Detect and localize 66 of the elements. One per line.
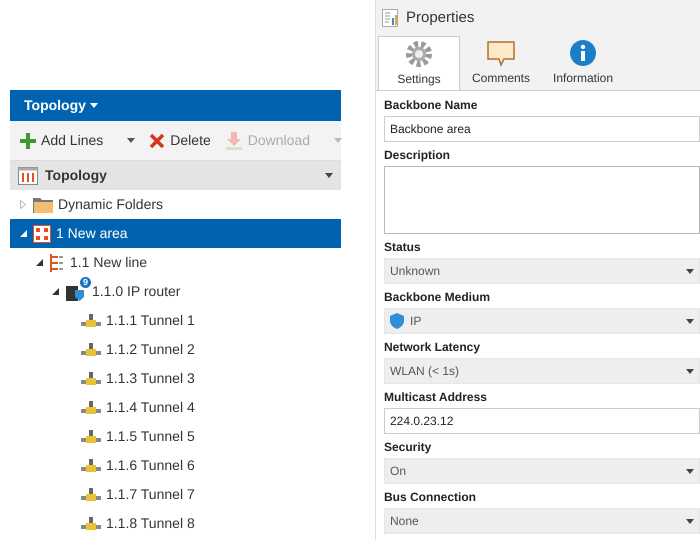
tree-item[interactable]: 1.1.4 Tunnel 4 [10,393,341,422]
caret-icon [90,103,98,108]
tree-item[interactable]: 1.1.6 Tunnel 6 [10,451,341,480]
table-icon [18,166,38,184]
count-badge: 9 [80,276,91,288]
connector-icon [81,430,101,444]
tree-item[interactable]: 9 1.1.0 IP router [10,277,341,306]
tree-item[interactable]: 1.1 New line [10,248,341,277]
input-field[interactable]: Backbone area [384,116,700,142]
tree-item[interactable]: 1 New area [10,219,341,248]
tab[interactable]: Information [542,36,624,90]
close-icon [149,132,166,148]
tree-item[interactable]: 1.1.5 Tunnel 5 [10,422,341,451]
collapsed-icon [20,200,26,209]
description-field[interactable] [384,166,700,234]
field-label: Status [384,239,422,256]
tree-item[interactable]: 1.1.8 Tunnel 8 [10,509,341,538]
expanded-icon [52,288,58,295]
tree-item[interactable]: 1.1.2 Tunnel 2 [10,335,341,364]
gear-icon [405,40,433,68]
tab[interactable]: Settings [378,36,460,90]
connector-icon [81,372,101,386]
field-label: Backbone Name [384,97,478,114]
caret-icon [686,318,694,324]
tree-item[interactable]: Dynamic Folders [10,190,341,219]
download-icon [224,132,243,150]
tab[interactable]: Comments [460,36,542,90]
info-icon [569,39,597,67]
field-label: Description [384,147,452,164]
plus-icon [20,132,36,148]
connector-icon [81,516,101,530]
tree-item[interactable]: 1.1.1 Tunnel 1 [10,306,341,335]
panel-title: Properties [406,8,474,28]
caret-icon [127,138,136,143]
expanded-icon [20,230,26,237]
speech-bubble-icon [487,39,515,67]
tree-header-label: Topology [45,166,108,185]
caret-icon [334,138,342,143]
field-label: Security [384,439,432,456]
connector-icon [81,458,101,472]
caret-icon [686,268,694,274]
connector-icon [81,314,101,328]
folder-icon [33,196,53,212]
panel-title-menu[interactable]: Topology [10,90,341,121]
field-label: Bus Connection [384,489,477,506]
tree-item[interactable]: 1.1.7 Tunnel 7 [10,480,341,509]
expanded-icon [36,259,42,266]
shield-icon [390,313,404,329]
field-label: Network Latency [384,339,482,356]
connector-icon [81,342,101,356]
input-field[interactable]: 224.0.23.12 [384,408,700,434]
connector-icon [81,488,101,502]
caret-icon [686,368,694,374]
dropdown-button[interactable] [125,136,138,145]
line-tree-icon [49,254,65,272]
toolbar-button[interactable]: Add Lines [18,128,106,153]
document-chart-icon [382,9,398,27]
connector-icon [81,400,101,414]
toolbar-button[interactable]: Delete [147,128,213,153]
tree-item[interactable]: 1.1.3 Tunnel 3 [10,364,341,393]
caret-icon [686,468,694,474]
caret-icon [325,173,333,178]
field-label: Multicast Address [384,389,488,406]
caret-icon [686,518,694,524]
field-label: Backbone Medium [384,289,492,306]
grid-icon [33,224,51,242]
